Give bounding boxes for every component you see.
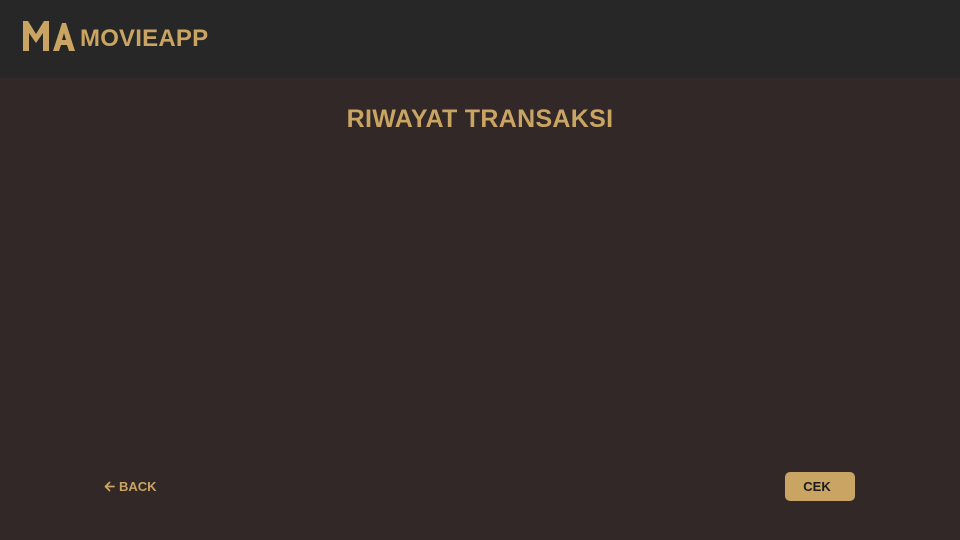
cek-button[interactable]: CEK: [785, 472, 855, 501]
top-header: MOVIEAPP: [0, 0, 960, 78]
brand-name[interactable]: MOVIEAPP: [80, 24, 208, 54]
back-link[interactable]: BACK: [104, 476, 157, 496]
page-title: RIWAYAT TRANSAKSI: [346, 105, 614, 133]
ma-logo-icon[interactable]: [23, 21, 75, 51]
arrow-left-icon: [104, 481, 115, 491]
back-label: BACK: [119, 478, 157, 494]
